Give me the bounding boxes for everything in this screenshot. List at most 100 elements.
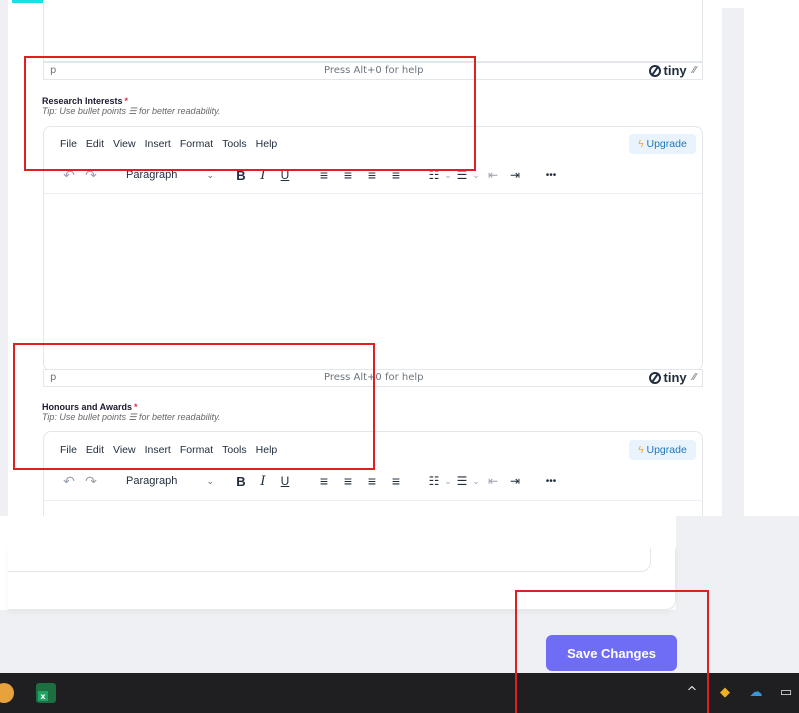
outdent-icon[interactable]: ⇤ [482,474,504,488]
redo-icon[interactable]: ↷ [80,473,102,490]
honours-awards-editor[interactable]: File Edit View Insert Format Tools Help … [43,431,703,521]
align-center-icon[interactable]: ≡ [336,473,360,489]
menu-insert[interactable]: Insert [145,138,171,150]
bullet-list-chevron-icon[interactable]: ⌄ [442,476,454,487]
honours-awards-tip: Tip: Use bullet points ☰ for better read… [42,412,221,422]
menu-edit[interactable]: Edit [86,444,104,456]
indent-icon[interactable]: ⇥ [504,168,526,182]
numbered-list-chevron-icon[interactable]: ⌄ [470,170,482,181]
chevron-down-icon: ⌄ [206,475,214,486]
required-asterisk: * [124,96,129,106]
show-hidden-icons-chevron-icon[interactable]: ^ [684,684,700,700]
element-path[interactable]: p [50,372,56,383]
resize-grip-icon[interactable]: ⁄⁄ [693,65,696,76]
undo-icon[interactable]: ↶ [58,473,80,490]
menu-insert[interactable]: Insert [145,444,171,456]
upgrade-label: Upgrade [646,138,687,150]
bold-icon[interactable]: B [230,474,252,489]
chevron-down-icon: ⌄ [206,169,214,180]
excel-icon[interactable]: x [36,683,56,703]
underline-icon[interactable]: U [274,474,296,488]
research-interests-label: Research Interests * [42,96,128,106]
previous-editor-statusbar: p Press Alt+0 for help tiny ⁄⁄ [43,62,703,80]
block-format-select[interactable]: Paragraph ⌄ [120,166,216,184]
help-shortcut-hint: Press Alt+0 for help [324,65,424,76]
more-options-icon[interactable]: ••• [540,170,562,181]
redo-icon[interactable]: ↷ [80,167,102,184]
menu-tools[interactable]: Tools [222,138,247,150]
research-interests-tip: Tip: Use bullet points ☰ for better read… [42,106,221,116]
page-background-bottom [0,610,799,673]
toolbar-divider [44,500,702,501]
left-gutter [0,0,8,516]
tiny-logo-icon [648,64,661,77]
justify-icon[interactable]: ≡ [384,473,408,489]
onedrive-cloud-icon[interactable]: ☁ [748,684,764,700]
undo-icon[interactable]: ↶ [58,167,80,184]
numbered-list-chevron-icon[interactable]: ⌄ [470,476,482,487]
windows-taskbar [0,673,799,713]
tiny-brand-label: tiny [663,370,687,385]
numbered-list-icon[interactable]: ☰ [454,168,470,182]
justify-icon[interactable]: ≡ [384,167,408,183]
italic-icon[interactable]: I [252,474,274,489]
research-interests-statusbar: p Press Alt+0 for help tiny ⁄⁄ [43,369,703,387]
align-left-icon[interactable]: ≡ [312,167,336,183]
outdent-icon[interactable]: ⇤ [482,168,504,182]
toolbar-divider [44,193,702,194]
research-interests-editor[interactable]: File Edit View Insert Format Tools Help … [43,126,703,371]
lightning-icon: ϟ [638,138,644,150]
security-warning-icon[interactable]: ◆ [717,684,733,700]
menu-help[interactable]: Help [256,444,278,456]
tiny-branding[interactable]: tiny ⁄⁄ [648,370,696,385]
menu-help[interactable]: Help [256,138,278,150]
menu-edit[interactable]: Edit [86,138,104,150]
bullet-list-chevron-icon[interactable]: ⌄ [442,170,454,181]
network-display-icon[interactable]: ▭ [778,684,794,700]
help-shortcut-hint: Press Alt+0 for help [324,372,424,383]
editor-menubar: File Edit View Insert Format Tools Help [60,138,277,150]
upgrade-label: Upgrade [646,444,687,456]
menu-view[interactable]: View [113,444,136,456]
excel-letter-mark: x [38,691,48,701]
indent-icon[interactable]: ⇥ [504,474,526,488]
bold-icon[interactable]: B [230,168,252,183]
vertical-scrollbar-track[interactable] [722,8,744,516]
align-right-icon[interactable]: ≡ [360,473,384,489]
italic-icon[interactable]: I [252,168,274,183]
save-changes-button[interactable]: Save Changes [546,635,677,671]
block-format-select[interactable]: Paragraph ⌄ [120,472,216,490]
menu-file[interactable]: File [60,444,77,456]
resize-grip-icon[interactable]: ⁄⁄ [693,372,696,383]
menu-view[interactable]: View [113,138,136,150]
upgrade-button[interactable]: ϟ Upgrade [629,134,696,154]
menu-format[interactable]: Format [180,444,213,456]
upgrade-button[interactable]: ϟ Upgrade [629,440,696,460]
previous-editor-body[interactable] [43,0,703,62]
underline-icon[interactable]: U [274,168,296,182]
editor-toolbar: ↶ ↷ Paragraph ⌄ B I U ≡ ≡ ≡ ≡ ☷ ⌄ ☰ ⌄ ⇤ … [58,165,562,185]
field-label-text: Research Interests [42,96,123,106]
element-path[interactable]: p [50,65,56,76]
more-options-icon[interactable]: ••• [540,476,562,487]
bullet-list-icon[interactable]: ☷ [426,168,442,182]
menu-file[interactable]: File [60,138,77,150]
menu-format[interactable]: Format [180,138,213,150]
menu-tools[interactable]: Tools [222,444,247,456]
editor-toolbar: ↶ ↷ Paragraph ⌄ B I U ≡ ≡ ≡ ≡ ☷ ⌄ ☰ ⌄ ⇤ … [58,471,562,491]
numbered-list-icon[interactable]: ☰ [454,474,470,488]
honours-awards-label: Honours and Awards * [42,402,138,412]
tiny-logo-icon [648,371,661,384]
form-field-bottom-edge [8,548,651,572]
align-left-icon[interactable]: ≡ [312,473,336,489]
align-right-icon[interactable]: ≡ [360,167,384,183]
tiny-branding[interactable]: tiny ⁄⁄ [648,63,696,78]
block-format-value: Paragraph [126,169,178,181]
align-center-icon[interactable]: ≡ [336,167,360,183]
tiny-brand-label: tiny [663,63,687,78]
lightning-icon: ϟ [638,444,644,456]
bullet-list-icon[interactable]: ☷ [426,474,442,488]
editor-menubar: File Edit View Insert Format Tools Help [60,444,277,456]
required-asterisk: * [134,402,138,412]
block-format-value: Paragraph [126,475,178,487]
